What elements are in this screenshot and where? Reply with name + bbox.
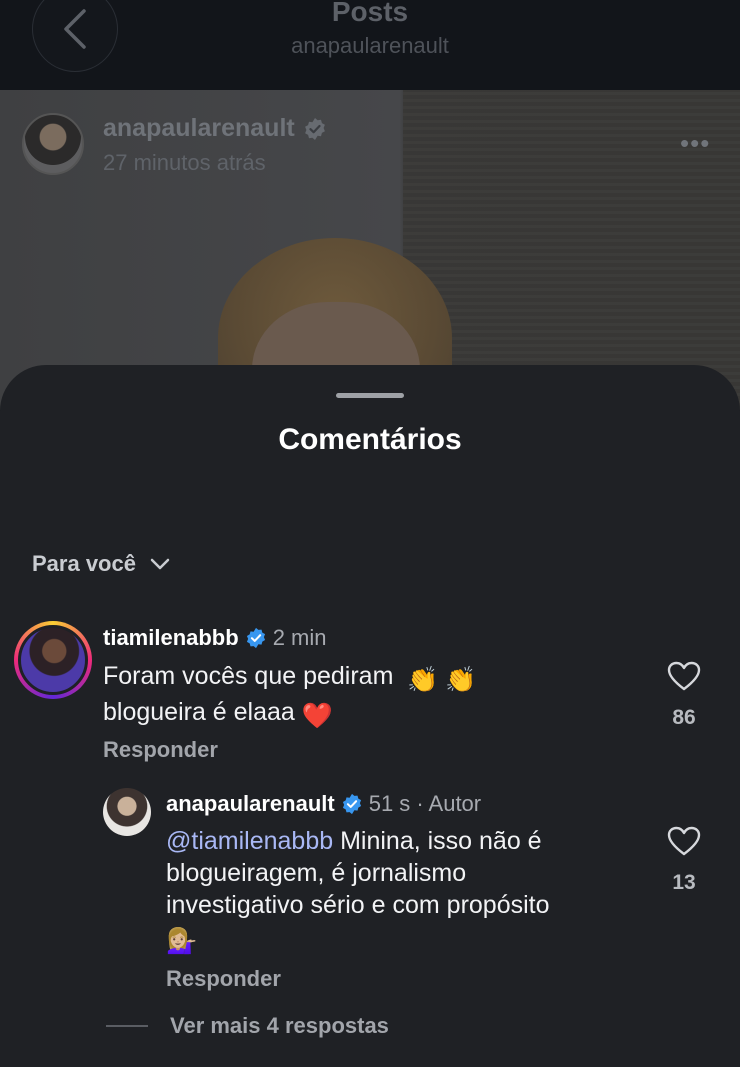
heart-icon <box>667 826 701 856</box>
sheet-title: Comentários <box>278 423 462 456</box>
filter-label: Para você <box>32 551 136 576</box>
top-bar: Posts anapaularenault <box>0 0 740 90</box>
thread-divider <box>106 1025 148 1027</box>
comment-time: 2 min <box>272 625 327 650</box>
comment-avatar[interactable] <box>14 621 92 699</box>
mention-link[interactable]: @tiamilenabbb <box>166 827 333 855</box>
like-count: 86 <box>672 706 696 729</box>
like-count: 13 <box>672 871 696 894</box>
reply-text: @tiamilenabbb Minina, isso não é bloguei… <box>166 827 550 955</box>
sheet-grabber[interactable] <box>336 393 404 398</box>
author-tag: · Autor <box>416 791 482 816</box>
verified-badge-icon <box>304 117 325 140</box>
comment-like[interactable]: 86 <box>654 661 714 730</box>
clapping-hands-emoji: 👏 <box>407 666 439 694</box>
more-dots-icon[interactable]: ••• <box>680 128 710 159</box>
post-author-avatar[interactable] <box>22 113 84 175</box>
reply-username[interactable]: anapaularenault 51 s · Autor <box>166 791 481 817</box>
page-title: Posts <box>331 0 409 27</box>
verified-badge-icon <box>246 627 265 649</box>
reply-like[interactable]: 13 <box>654 826 714 895</box>
comment-filter-dropdown[interactable]: Para você <box>32 551 170 577</box>
clapping-hands-emoji: 👏 <box>445 666 477 694</box>
reply-button[interactable]: Responder <box>103 737 218 763</box>
view-more-replies-button[interactable]: Ver mais 4 respostas <box>106 1013 389 1039</box>
red-heart-emoji: ❤️ <box>301 702 333 730</box>
reply-button[interactable]: Responder <box>166 966 281 992</box>
post-timestamp: 27 minutos atrás <box>103 150 266 175</box>
comment-text: Foram vocês que pediram 👏 👏 blogueira é … <box>103 662 477 730</box>
reply-time: 51 s <box>368 791 411 816</box>
page-subtitle: anapaularenault <box>291 33 449 58</box>
shrug-emoji: 💁🏼‍♀️ <box>166 927 198 955</box>
heart-icon <box>667 661 701 691</box>
comments-sheet: Comentários Para você tiamilenabbb 2 min… <box>0 365 740 1067</box>
chevron-down-icon <box>150 558 170 570</box>
comment-username[interactable]: tiamilenabbb 2 min <box>103 625 326 651</box>
post-author-name[interactable]: anapaularenault <box>103 114 327 143</box>
reply-avatar[interactable] <box>103 788 151 836</box>
verified-badge-icon <box>342 793 361 815</box>
